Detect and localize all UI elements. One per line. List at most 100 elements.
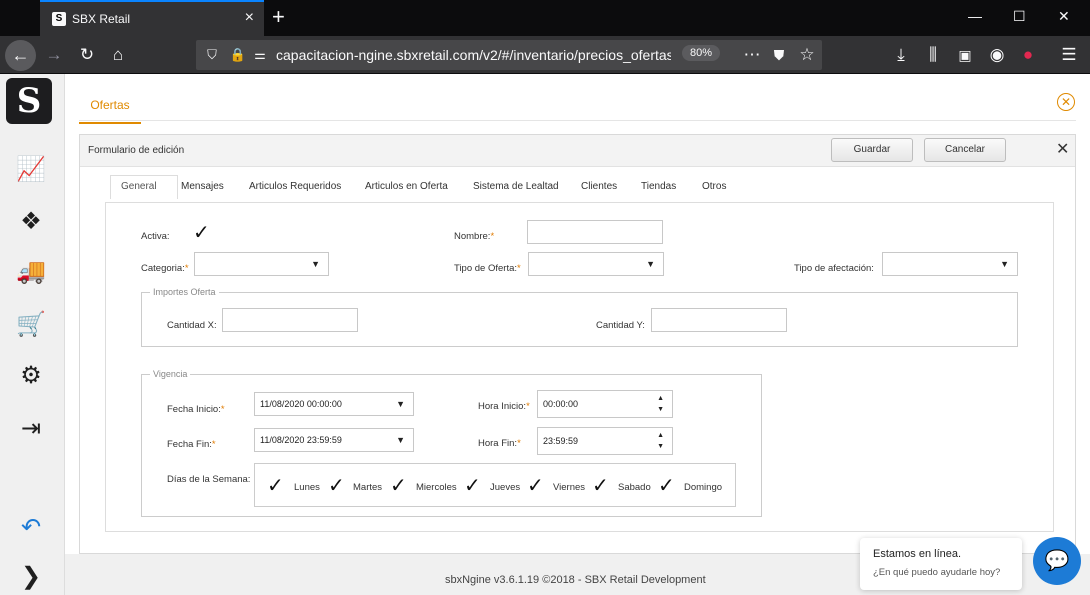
save-button[interactable]: Guardar — [831, 138, 913, 162]
chat-status-text: Estamos en línea. — [873, 548, 962, 560]
chat-bubble[interactable]: Estamos en línea. ¿En qué puedo ayudarle… — [860, 538, 1022, 590]
sidebar-toggle-icon[interactable]: ▣ — [953, 43, 977, 67]
browser-tab[interactable]: S SBX Retail × — [40, 0, 264, 36]
tab-tiendas[interactable]: Tiendas — [641, 181, 676, 192]
pocket-icon[interactable]: ⛊ — [767, 43, 791, 67]
hora-fin-input[interactable]: 23:59:59 ▲ ▼ — [537, 427, 673, 455]
tab-otros[interactable]: Otros — [702, 181, 726, 192]
forward-button[interactable]: → — [42, 43, 66, 67]
chevron-down-icon: ▼ — [1000, 259, 1009, 269]
viernes-label: Viernes — [553, 482, 586, 493]
categoria-label: Categoria:* — [141, 263, 189, 274]
sbx-logo[interactable]: S — [6, 78, 52, 124]
undo-icon[interactable]: ↶ — [12, 512, 50, 544]
menu-icon[interactable]: ☰ — [1057, 43, 1081, 67]
fecha-fin-input[interactable]: 11/08/2020 23:59:59 ▼ — [254, 428, 414, 452]
maximize-button[interactable]: ☐ — [1013, 8, 1026, 25]
dias-semana-label: Días de la Semana: — [167, 474, 251, 485]
fecha-inicio-label: Fecha Inicio:* — [167, 404, 225, 415]
nombre-label: Nombre:* — [454, 231, 495, 242]
fecha-inicio-input[interactable]: 11/08/2020 00:00:00 ▼ — [254, 392, 414, 416]
truck-icon[interactable]: 🚚 — [12, 256, 50, 288]
sabado-checkbox[interactable]: ✓ — [592, 476, 609, 496]
close-tab-icon[interactable]: × — [245, 10, 254, 26]
divider — [79, 120, 1076, 121]
activa-checkbox[interactable]: ✓ — [193, 223, 210, 243]
categoria-select[interactable]: ▼ — [194, 252, 329, 276]
close-window-button[interactable]: ✕ — [1058, 8, 1070, 25]
tab-clientes[interactable]: Clientes — [581, 181, 617, 192]
minimize-button[interactable]: — — [968, 8, 982, 24]
tipo-afectacion-label: Tipo de afectación: — [794, 263, 874, 274]
miercoles-checkbox[interactable]: ✓ — [390, 476, 407, 496]
url-bar[interactable]: ⛉ 🔒 ⚌ capacitacion-ngine.sbxretail.com/v… — [196, 40, 822, 70]
form-title: Formulario de edición — [88, 145, 185, 156]
tipo-oferta-label: Tipo de Oferta:* — [454, 263, 521, 274]
cantidad-x-input[interactable] — [222, 308, 358, 332]
tab-articulos-requeridos[interactable]: Articulos Requeridos — [249, 181, 341, 192]
tipo-oferta-select[interactable]: ▼ — [528, 252, 664, 276]
miercoles-label: Miercoles — [416, 482, 457, 493]
new-tab-button[interactable]: + — [272, 6, 285, 28]
app-sidebar: S 📈 ❖ 🚚 🛒 ⚙ ⇥ ↶ ❯ — [0, 74, 65, 595]
vigencia-legend: Vigencia — [153, 369, 188, 379]
tipo-afectacion-select[interactable]: ▼ — [882, 252, 1018, 276]
close-form-icon[interactable]: ✕ — [1056, 141, 1069, 159]
chevron-down-icon: ▼ — [396, 435, 405, 445]
zoom-badge[interactable]: 80% — [682, 45, 721, 61]
reload-button[interactable]: ↻ — [75, 43, 99, 67]
viernes-checkbox[interactable]: ✓ — [527, 476, 544, 496]
edit-form-panel: Formulario de edición Guardar Cancelar ✕… — [79, 134, 1076, 554]
chevron-down-icon: ▼ — [396, 399, 405, 409]
spin-down-icon[interactable]: ▼ — [657, 443, 664, 451]
activa-label: Activa: — [141, 231, 170, 242]
chat-button[interactable]: 💬 — [1033, 537, 1081, 585]
footer-text: sbxNgine v3.6.1.19 ©2018 - SBX Retail De… — [445, 574, 706, 586]
lunes-label: Lunes — [294, 482, 320, 493]
dropbox-icon[interactable]: ❖ — [12, 206, 50, 238]
chevron-right-icon[interactable]: ❯ — [12, 561, 50, 593]
sabado-label: Sabado — [618, 482, 651, 493]
tab-general[interactable]: General — [121, 181, 157, 192]
gear-icon[interactable]: ⚙ — [12, 360, 50, 392]
spin-down-icon[interactable]: ▼ — [657, 406, 664, 414]
close-page-icon[interactable]: ✕ — [1057, 93, 1075, 111]
home-button[interactable]: ⌂ — [106, 43, 130, 67]
library-icon[interactable]: ⫼ — [921, 43, 945, 67]
browser-tab-title: SBX Retail — [72, 12, 131, 26]
download-icon[interactable]: ⤓ — [889, 43, 913, 67]
chevron-down-icon: ▼ — [646, 259, 655, 269]
martes-checkbox[interactable]: ✓ — [328, 476, 345, 496]
permissions-icon[interactable]: ⚌ — [248, 43, 272, 67]
bookmark-star-icon[interactable]: ☆ — [795, 43, 819, 67]
lock-warning-icon[interactable]: 🔒 — [226, 43, 250, 67]
lunes-checkbox[interactable]: ✓ — [267, 476, 284, 496]
chart-line-icon[interactable]: 📈 — [12, 154, 50, 186]
tab-articulos-en-oferta[interactable]: Articulos en Oferta — [365, 181, 448, 192]
cart-icon[interactable]: 🛒 — [12, 309, 50, 341]
chat-prompt-text: ¿En qué puedo ayudarle hoy? — [873, 567, 1001, 578]
spin-up-icon[interactable]: ▲ — [657, 395, 664, 403]
nombre-input[interactable] — [527, 220, 663, 244]
cantidad-y-input[interactable] — [651, 308, 787, 332]
browser-nav-bar: ← → ↻ ⌂ ⛉ 🔒 ⚌ capacitacion-ngine.sbxreta… — [0, 36, 1090, 74]
jueves-checkbox[interactable]: ✓ — [464, 476, 481, 496]
shield-icon[interactable]: ⛉ — [200, 43, 224, 67]
days-of-week-group: ✓ Lunes ✓ Martes ✓ Miercoles ✓ Jueves ✓ … — [254, 463, 736, 507]
general-tab-content: Activa: ✓ Nombre:* Categoria:* ▼ Tipo de… — [105, 202, 1054, 532]
tab-mensajes[interactable]: Mensajes — [181, 181, 224, 192]
extension-icon[interactable]: ● — [1016, 43, 1040, 67]
cantidad-y-label: Cantidad Y: — [596, 320, 645, 331]
more-actions-icon[interactable]: ⋯ — [740, 43, 764, 67]
spin-up-icon[interactable]: ▲ — [657, 432, 664, 440]
hora-fin-label: Hora Fin:* — [478, 438, 521, 449]
account-icon[interactable]: ◉ — [985, 43, 1009, 67]
domingo-checkbox[interactable]: ✓ — [658, 476, 675, 496]
back-button[interactable]: ← — [5, 40, 36, 71]
main-content: Ofertas ✕ Formulario de edición Guardar … — [65, 74, 1090, 595]
url-text[interactable]: capacitacion-ngine.sbxretail.com/v2/#/in… — [276, 47, 671, 63]
cancel-button[interactable]: Cancelar — [924, 138, 1006, 162]
logout-icon[interactable]: ⇥ — [12, 413, 50, 445]
hora-inicio-input[interactable]: 00:00:00 ▲ ▼ — [537, 390, 673, 418]
tab-sistema-de-lealtad[interactable]: Sistema de Lealtad — [473, 181, 559, 192]
